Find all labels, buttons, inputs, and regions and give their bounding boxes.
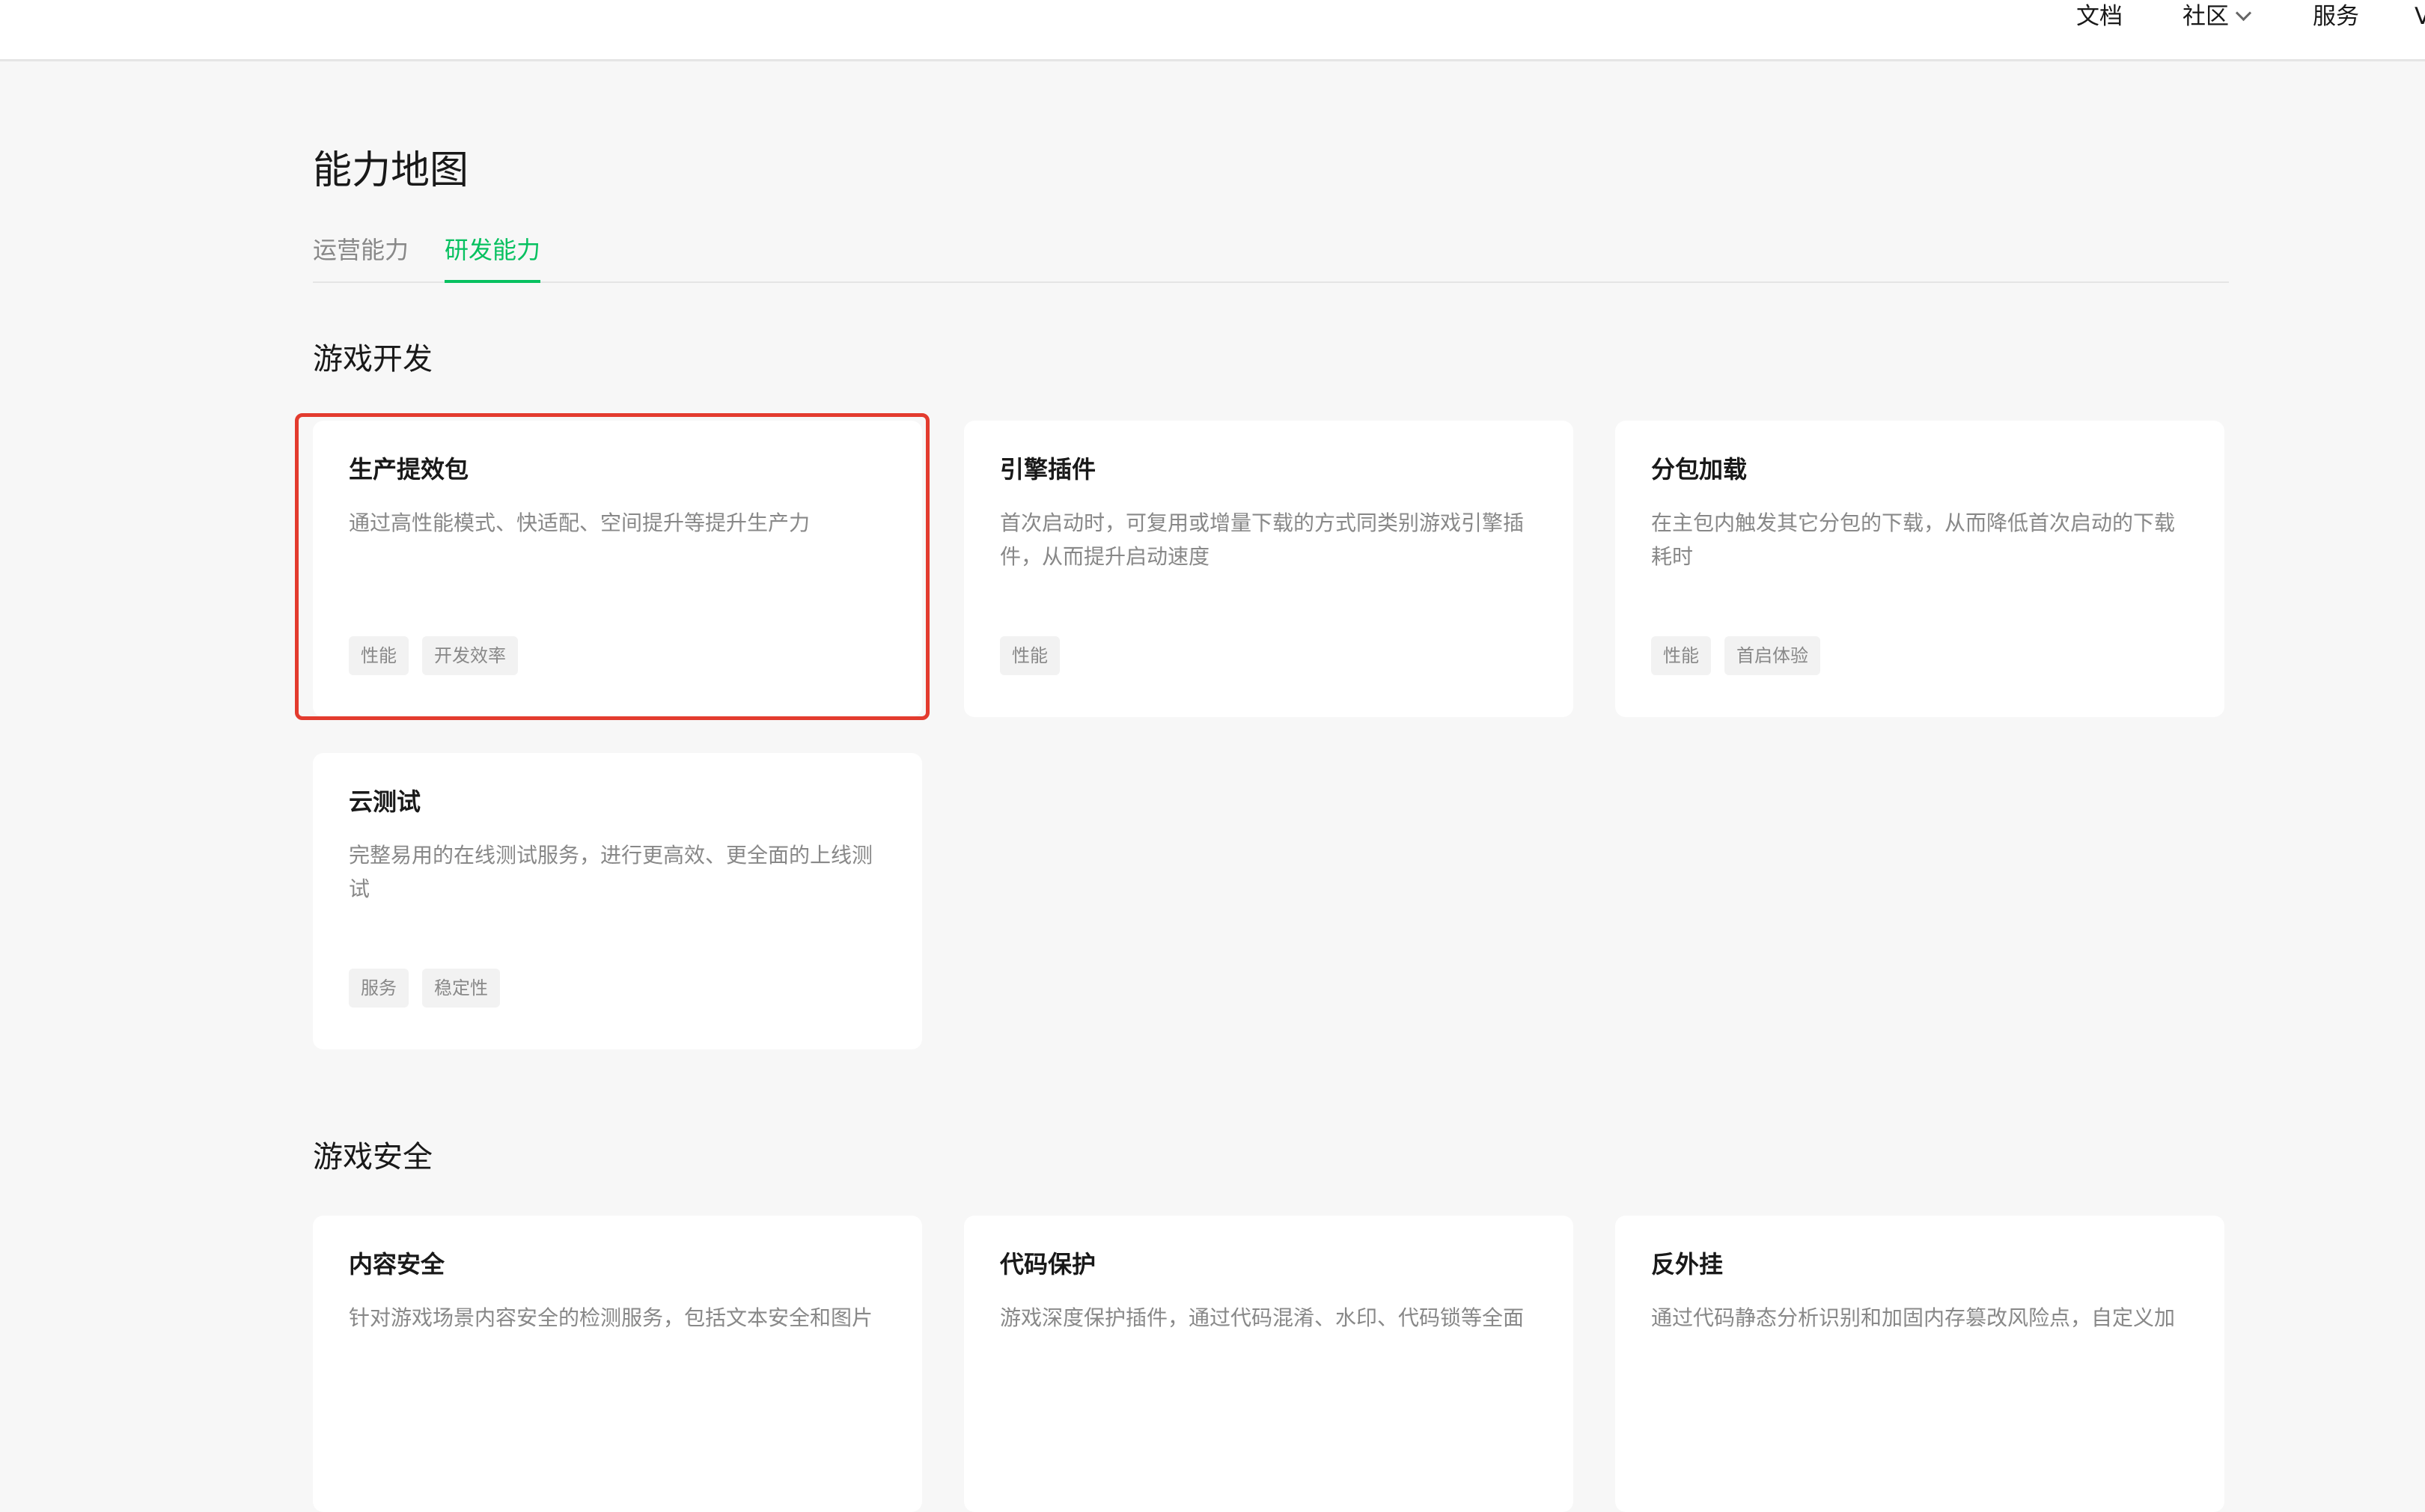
top-navigation-bar: 文档 社区 服务 V [0,0,2425,61]
section-title-game-security: 游戏安全 [313,1140,433,1174]
card-title: 分包加载 [1651,455,1748,484]
card-description: 通过高性能模式、快适配、空间提升等提升生产力 [349,510,811,535]
card-description: 在主包内触发其它分包的下载，从而降低首次启动的下载耗时 [1651,510,2176,569]
card-content-security[interactable]: 内容安全 针对游戏场景内容安全的检测服务，包括文本安全和图片 [313,1216,922,1512]
card-title: 云测试 [349,787,421,816]
tab-development[interactable]: 研发能力 [445,228,540,272]
nav-docs-link[interactable]: 文档 [2076,0,2123,33]
card-engine-plugin[interactable]: 引擎插件 首次启动时，可复用或增量下载的方式同类别游戏引擎插件，从而提升启动速度… [964,421,1573,717]
nav-service-label: 服务 [2313,3,2359,30]
tag: 性能 [1000,636,1060,675]
nav-truncated-label: V [2415,3,2425,30]
tag: 性能 [1651,636,1711,675]
tab-bar: 运营能力 研发能力 [313,228,2229,283]
tag: 服务 [349,969,409,1008]
card-description: 通过代码静态分析识别和加固内存篡改风险点，自定义加 [1651,1305,2176,1330]
card-description: 针对游戏场景内容安全的检测服务，包括文本安全和图片 [349,1305,873,1330]
card-title: 内容安全 [349,1250,445,1278]
tag: 开发效率 [422,636,518,675]
nav-docs-label: 文档 [2076,3,2123,30]
active-tab-indicator [445,280,540,283]
card-tags: 性能 [1000,636,1060,675]
tag: 首启体验 [1724,636,1820,675]
nav-truncated-link[interactable]: V [2415,0,2425,33]
nav-community-dropdown[interactable]: 社区 [2182,0,2252,33]
card-subpackage-loading[interactable]: 分包加载 在主包内触发其它分包的下载，从而降低首次启动的下载耗时 性能 首启体验 [1615,421,2224,717]
card-productivity-pack[interactable]: 生产提效包 通过高性能模式、快适配、空间提升等提升生产力 性能 开发效率 [313,421,922,717]
page-title: 能力地图 [313,148,469,193]
tab-operations[interactable]: 运营能力 [313,228,409,272]
tag: 性能 [349,636,409,675]
card-tags: 服务 稳定性 [349,969,500,1008]
card-title: 生产提效包 [349,455,469,484]
card-description: 完整易用的在线测试服务，进行更高效、更全面的上线测试 [349,843,873,901]
card-title: 反外挂 [1651,1250,1724,1278]
card-tags: 性能 首启体验 [1651,636,1820,675]
card-description: 游戏深度保护插件，通过代码混淆、水印、代码锁等全面 [1000,1305,1525,1330]
card-code-protection[interactable]: 代码保护 游戏深度保护插件，通过代码混淆、水印、代码锁等全面 [964,1216,1573,1512]
card-cloud-testing[interactable]: 云测试 完整易用的在线测试服务，进行更高效、更全面的上线测试 服务 稳定性 [313,753,922,1049]
tag: 稳定性 [422,969,500,1008]
nav-service-link[interactable]: 服务 [2313,0,2359,33]
card-tags: 性能 开发效率 [349,636,518,675]
card-title: 引擎插件 [1000,455,1096,484]
card-description: 首次启动时，可复用或增量下载的方式同类别游戏引擎插件，从而提升启动速度 [1000,510,1525,569]
chevron-down-icon [2235,4,2252,21]
nav-community-label: 社区 [2182,3,2229,30]
card-anti-cheat[interactable]: 反外挂 通过代码静态分析识别和加固内存篡改风险点，自定义加 [1615,1216,2224,1512]
card-title: 代码保护 [1000,1250,1096,1278]
section-title-game-dev: 游戏开发 [313,342,433,377]
